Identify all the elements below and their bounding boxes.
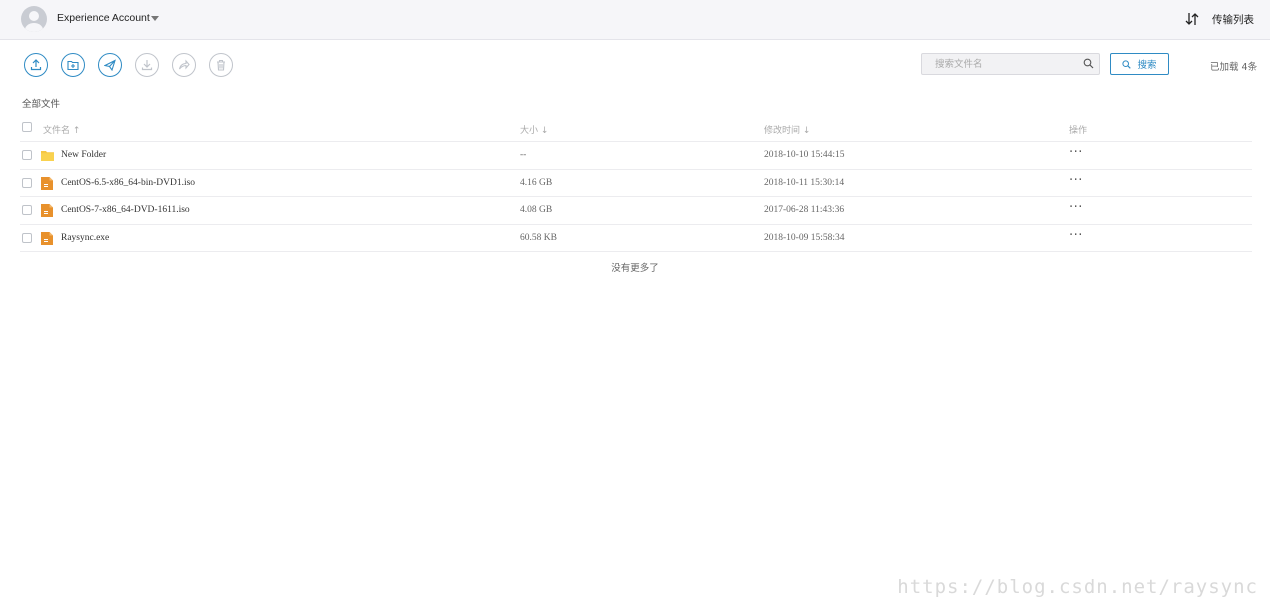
table-header: 文件名 ↑ 大小 ↓ 修改时间 ↓ 操作 bbox=[20, 114, 1252, 142]
more-actions-button[interactable]: ··· bbox=[1069, 200, 1083, 215]
share-button[interactable] bbox=[172, 53, 196, 77]
folder-plus-icon bbox=[67, 60, 79, 71]
file-name[interactable]: New Folder bbox=[61, 150, 106, 160]
file-modified: 2018-10-11 15:30:14 bbox=[764, 177, 845, 188]
search-icon bbox=[1122, 59, 1132, 69]
row-checkbox[interactable] bbox=[22, 150, 32, 160]
document-icon bbox=[41, 204, 53, 217]
search-input[interactable] bbox=[922, 54, 1072, 74]
download-icon bbox=[141, 60, 153, 71]
loaded-count: 已加载 4条 bbox=[1210, 62, 1258, 73]
row-checkbox[interactable] bbox=[22, 177, 32, 188]
table-row[interactable]: CentOS-7-x86_64-DVD-1611.iso 4.08 GB 201… bbox=[20, 197, 1252, 225]
no-more-text: 没有更多了 bbox=[611, 263, 659, 274]
file-name[interactable]: Raysync.exe bbox=[61, 233, 109, 243]
column-header-actions: 操作 bbox=[1069, 126, 1088, 136]
transfer-list-link[interactable]: 传输列表 bbox=[1212, 12, 1254, 27]
search-icon[interactable] bbox=[1083, 58, 1094, 69]
column-header-size[interactable]: 大小 ↓ bbox=[520, 123, 548, 136]
row-checkbox[interactable] bbox=[22, 205, 32, 215]
folder-icon bbox=[41, 151, 54, 161]
new-folder-button[interactable] bbox=[61, 53, 85, 77]
table-row[interactable]: Raysync.exe 60.58 KB 2018-10-09 15:58:34… bbox=[20, 225, 1252, 252]
column-header-name[interactable]: 文件名 ↑ bbox=[43, 123, 80, 136]
transfer-arrows-icon[interactable] bbox=[1184, 11, 1200, 27]
search-button[interactable]: 搜索 bbox=[1110, 53, 1169, 75]
file-modified: 2018-10-09 15:58:34 bbox=[764, 232, 845, 243]
file-name[interactable]: CentOS-7-x86_64-DVD-1611.iso bbox=[61, 205, 190, 215]
delete-button[interactable] bbox=[209, 53, 233, 77]
file-table: 文件名 ↑ 大小 ↓ 修改时间 ↓ 操作 New Folder -- 2018-… bbox=[20, 114, 1252, 252]
row-checkbox[interactable] bbox=[22, 232, 32, 243]
file-name[interactable]: CentOS-6.5-x86_64-bin-DVD1.iso bbox=[61, 178, 195, 188]
table-row[interactable]: New Folder -- 2018-10-10 15:44:15 ··· bbox=[20, 142, 1252, 170]
file-size: -- bbox=[520, 150, 527, 160]
breadcrumb[interactable]: 全部文件 bbox=[22, 96, 60, 110]
search-box bbox=[921, 53, 1100, 75]
document-icon bbox=[41, 176, 53, 190]
paper-plane-icon bbox=[104, 59, 116, 71]
more-actions-button[interactable]: ··· bbox=[1069, 228, 1083, 243]
file-modified: 2018-10-10 15:44:15 bbox=[764, 150, 845, 160]
account-name[interactable]: Experience Account bbox=[57, 12, 150, 24]
top-bar: Experience Account 传输列表 bbox=[0, 0, 1270, 40]
search-button-label: 搜索 bbox=[1137, 60, 1157, 71]
send-button[interactable] bbox=[98, 53, 122, 77]
more-actions-button[interactable]: ··· bbox=[1069, 145, 1083, 160]
share-icon bbox=[178, 59, 190, 70]
download-button[interactable] bbox=[135, 53, 159, 77]
file-modified: 2017-06-28 11:43:36 bbox=[764, 205, 845, 215]
watermark: https://blog.csdn.net/raysync bbox=[897, 576, 1258, 598]
file-size: 4.08 GB bbox=[520, 205, 553, 215]
file-size: 4.16 GB bbox=[520, 177, 553, 188]
select-all-checkbox[interactable] bbox=[22, 122, 32, 132]
chevron-down-icon[interactable] bbox=[151, 16, 159, 21]
trash-icon bbox=[217, 59, 225, 71]
table-row[interactable]: CentOS-6.5-x86_64-bin-DVD1.iso 4.16 GB 2… bbox=[20, 170, 1252, 197]
column-header-modified[interactable]: 修改时间 ↓ bbox=[764, 123, 810, 136]
file-size: 60.58 KB bbox=[520, 232, 557, 243]
upload-icon bbox=[30, 59, 42, 71]
more-actions-button[interactable]: ··· bbox=[1069, 173, 1083, 188]
upload-button[interactable] bbox=[24, 53, 48, 77]
document-icon bbox=[41, 231, 53, 245]
avatar[interactable] bbox=[21, 6, 47, 32]
